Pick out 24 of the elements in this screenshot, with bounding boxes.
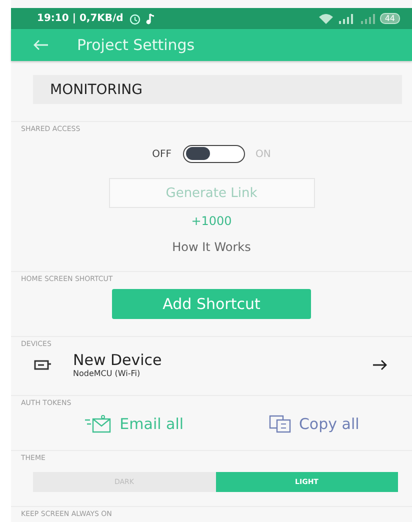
add-shortcut-button[interactable]: Add Shortcut: [112, 289, 311, 319]
device-icon: [34, 359, 52, 371]
copy-icon: [268, 415, 291, 433]
how-it-works-link[interactable]: How It Works: [172, 240, 251, 254]
on-label: ON: [256, 148, 271, 160]
envelope-icon: [84, 415, 112, 433]
device-type: NodeMCU (Wi-Fi): [73, 369, 142, 378]
signal-icon: [338, 12, 356, 24]
off-label: OFF: [152, 148, 172, 160]
signal-icon: [360, 12, 376, 24]
screen-title: Project Settings: [77, 36, 195, 54]
status-text: 19:10 | 0,7KB/d: [37, 13, 124, 24]
email-all-button[interactable]: Email all: [84, 415, 184, 433]
copy-all-button[interactable]: Copy all: [268, 415, 360, 433]
music-note-icon: [145, 12, 156, 24]
battery-level: 44: [380, 13, 400, 24]
device-row[interactable]: New Device NodeMCU (Wi-Fi): [11, 350, 412, 378]
device-name: New Device: [73, 352, 163, 369]
project-name-field[interactable]: MONITORING: [33, 75, 402, 104]
arrow-right-icon: [372, 359, 388, 371]
wifi-icon: [318, 12, 334, 24]
alarm-clock-icon: [129, 12, 142, 24]
energy-cost: +1000: [190, 214, 233, 228]
toggle-switch[interactable]: [182, 145, 244, 163]
